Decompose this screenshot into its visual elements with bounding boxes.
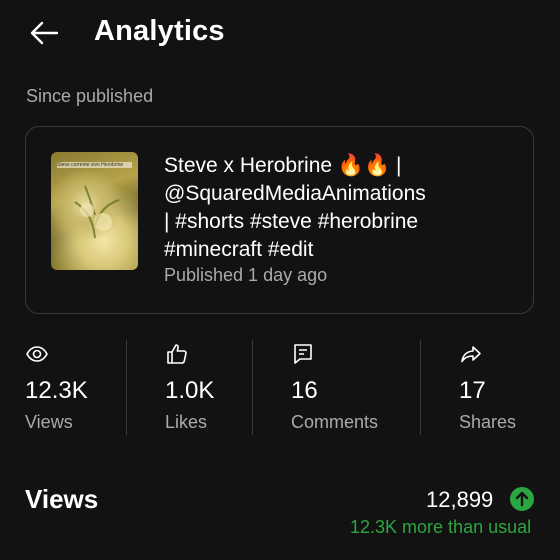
- views-comparison: 12.3K more than usual: [350, 517, 532, 537]
- views-total: 12,899: [426, 487, 494, 512]
- stat-likes[interactable]: 1.0K Likes: [165, 340, 250, 435]
- stat-divider: [420, 340, 421, 435]
- stat-label: Shares: [459, 412, 517, 432]
- stat-label: Views: [25, 412, 73, 432]
- stat-value: 16: [291, 377, 318, 404]
- thumbnail-caption: Steve corrente vivo Herobrine: [57, 162, 132, 168]
- stat-divider: [126, 340, 127, 435]
- views-section-title: Views: [25, 484, 99, 514]
- app-header: Analytics: [0, 0, 560, 70]
- stat-value: 12.3K: [25, 377, 88, 404]
- video-title: Steve x Herobrine 🔥🔥 | @SquaredMediaAnim…: [164, 152, 449, 264]
- page-title: Analytics: [94, 15, 225, 47]
- stat-views[interactable]: 12.3K Views: [25, 340, 125, 435]
- stats-row: 12.3K Views 1.0K Likes 16 Comments 17 Sh…: [0, 340, 560, 435]
- comment-icon: [294, 344, 312, 364]
- arrow-up-icon: [515, 491, 529, 507]
- trend-up-badge: [510, 487, 534, 511]
- section-label: Since published: [26, 86, 154, 106]
- stat-value: 1.0K: [165, 377, 215, 404]
- arrow-left-icon: [30, 21, 59, 45]
- video-thumbnail[interactable]: Steve corrente vivo Herobrine: [51, 152, 138, 270]
- stat-divider: [252, 340, 253, 435]
- share-icon: [461, 346, 481, 363]
- published-date: Published 1 day ago: [164, 265, 328, 285]
- video-card[interactable]: Steve corrente vivo Herobrine Steve x He…: [25, 126, 534, 314]
- stat-label: Comments: [291, 412, 379, 432]
- stat-label: Likes: [165, 412, 208, 432]
- stat-shares[interactable]: 17 Shares: [459, 340, 539, 435]
- thumbs-up-icon: [167, 344, 187, 364]
- video-title-line: @SquaredMediaAnimations: [164, 182, 426, 205]
- stat-value: 17: [459, 377, 486, 404]
- video-title-line: Steve x Herobrine 🔥🔥 |: [164, 154, 402, 177]
- video-title-line: | #shorts #steve #herobrine: [164, 210, 419, 233]
- stat-comments[interactable]: 16 Comments: [291, 340, 416, 435]
- thumbnail-art: [74, 185, 120, 239]
- eye-icon: [26, 346, 48, 362]
- back-button[interactable]: [26, 14, 66, 54]
- video-title-line: #minecraft #edit: [164, 238, 314, 261]
